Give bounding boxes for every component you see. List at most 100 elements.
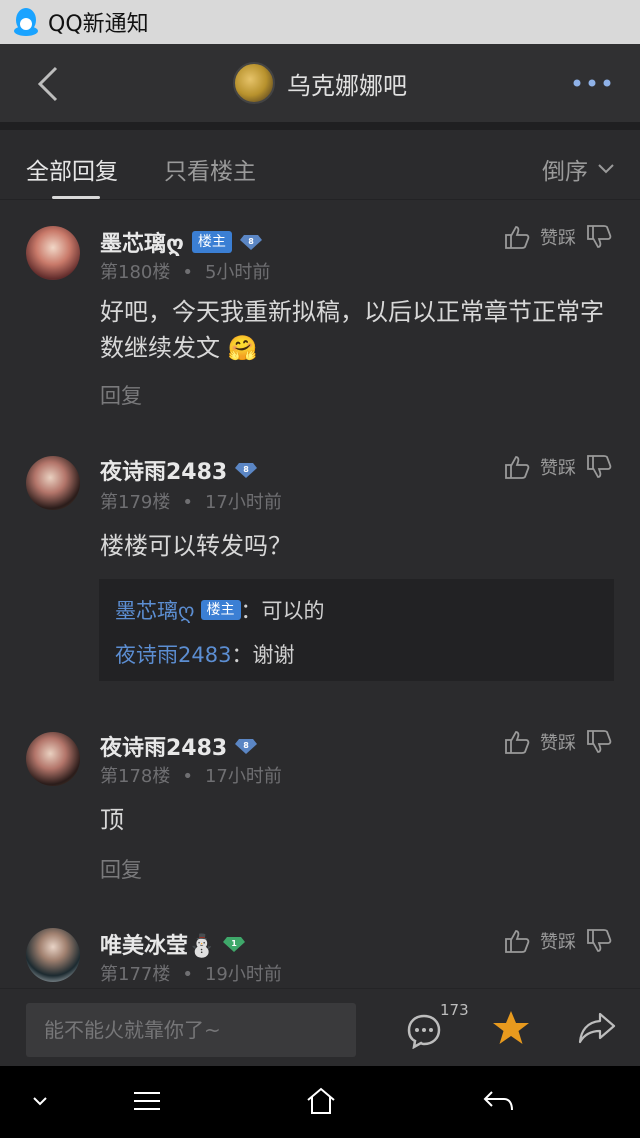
meta-separator: • (182, 964, 193, 985)
post-username-row: 唯美冰莹⛄ 1 (100, 928, 246, 960)
like-dislike-group: 赞踩 (504, 928, 612, 954)
svg-text:8: 8 (248, 237, 254, 246)
thumbs-up-icon[interactable] (504, 224, 530, 250)
like-dislike-group: 赞踩 (504, 224, 612, 250)
qq-penguin-icon (14, 8, 38, 36)
level-badge-icon: 1 (223, 937, 246, 952)
sub-reply: 墨芯璃ღ 楼主 ： 可以的 (115, 595, 598, 625)
like-label: 赞踩 (540, 458, 576, 479)
thumbs-down-icon[interactable] (586, 454, 612, 480)
like-dislike-group: 赞踩 (504, 729, 612, 755)
bar-avatar (233, 62, 275, 104)
level-badge-icon: 8 (235, 739, 258, 754)
host-badge: 楼主 (200, 600, 241, 620)
reply-composer: 能不能火就靠你了~ 173 (0, 988, 640, 1066)
tab-all-replies[interactable]: 全部回复 (26, 152, 118, 186)
post-time: 5小时前 (204, 262, 271, 283)
more-options-icon[interactable] (572, 78, 612, 88)
reply-tabs: 全部回复 只看楼主 倒序 (0, 130, 640, 200)
post-content: 顶 (100, 806, 124, 834)
reply-input[interactable]: 能不能火就靠你了~ (26, 1003, 356, 1057)
post-meta: 第177楼 • 19小时前 (100, 960, 282, 986)
sort-toggle[interactable]: 倒序 (542, 152, 614, 186)
post-username[interactable]: 夜诗雨2483 (100, 730, 227, 762)
post-username[interactable]: 唯美冰莹⛄ (100, 928, 215, 960)
system-navigation-bar (0, 1066, 640, 1138)
post-time: 19小时前 (204, 964, 282, 985)
post-username[interactable]: 夜诗雨2483 (100, 454, 227, 486)
chevron-down-icon[interactable] (32, 1096, 48, 1106)
floor-number: 第180楼 (100, 262, 171, 283)
section-divider (0, 122, 640, 130)
svg-text:8: 8 (243, 741, 249, 750)
post-username[interactable]: 墨芯璃ღ (100, 226, 184, 258)
post-content: 楼楼可以转发吗？ (100, 532, 292, 560)
post-item: 夜诗雨2483 8 第179楼 • 17小时前 赞踩 楼楼可以转发吗？ 墨芯璃ღ 楼… (0, 436, 640, 712)
top-nav-bar: 乌克娜娜吧 (0, 44, 640, 122)
sub-reply-username[interactable]: 墨芯璃ღ (115, 595, 195, 625)
like-dislike-group: 赞踩 (504, 454, 612, 480)
bar-title: 乌克娜娜吧 (287, 71, 407, 100)
sub-reply-text: 谢谢 (252, 643, 295, 667)
post-username-row: 墨芯璃ღ 楼主 8 (100, 226, 262, 258)
thumbs-up-icon[interactable] (504, 454, 530, 480)
sub-reply: 夜诗雨2483 ： 谢谢 (115, 639, 598, 669)
menu-icon[interactable] (132, 1090, 162, 1112)
active-tab-indicator (52, 196, 100, 199)
thumbs-down-icon[interactable] (586, 928, 612, 954)
thumbs-up-icon[interactable] (504, 928, 530, 954)
reply-button[interactable]: 回复 (100, 380, 142, 410)
floor-number: 第178楼 (100, 766, 171, 787)
svg-text:1: 1 (232, 939, 238, 948)
avatar[interactable] (26, 928, 80, 982)
sub-reply-separator: ： (240, 599, 262, 623)
back-icon[interactable] (482, 1088, 514, 1114)
post-content: 好吧，今天我重新拟稿，以后以正常章节正常字数继续发文 🤗 (100, 298, 604, 362)
thumbs-down-icon[interactable] (586, 729, 612, 755)
like-label: 赞踩 (540, 733, 576, 754)
favorite-star-icon[interactable] (492, 1009, 530, 1047)
meta-separator: • (182, 766, 193, 787)
post-meta: 第178楼 • 17小时前 (100, 762, 282, 788)
chevron-down-icon (598, 164, 614, 174)
like-label: 赞踩 (540, 932, 576, 953)
meta-separator: • (182, 262, 193, 283)
notification-bar[interactable]: QQ新通知 (0, 0, 640, 44)
post-item: 唯美冰莹⛄ 1 第177楼 • 19小时前 赞踩 (0, 912, 640, 988)
level-badge-icon: 8 (239, 235, 262, 250)
avatar[interactable] (26, 456, 80, 510)
host-badge: 楼主 (191, 231, 232, 253)
thumbs-up-icon[interactable] (504, 729, 530, 755)
sub-reply-text: 可以的 (261, 599, 325, 623)
post-time: 17小时前 (204, 492, 282, 513)
level-badge-icon: 8 (235, 463, 258, 478)
sub-reply-separator: ： (231, 643, 253, 667)
back-arrow-icon[interactable] (30, 64, 66, 104)
avatar[interactable] (26, 732, 80, 786)
post-time: 17小时前 (204, 766, 282, 787)
post-username-row: 夜诗雨2483 8 (100, 730, 258, 762)
reply-button[interactable]: 回复 (100, 854, 142, 884)
post-item: 夜诗雨2483 8 第178楼 • 17小时前 赞踩 顶 回复 (0, 712, 640, 912)
post-item: 墨芯璃ღ 楼主 8 第180楼 • 5小时前 赞踩 好吧，今天我重新拟稿，以后以正常… (0, 200, 640, 436)
post-meta: 第179楼 • 17小时前 (100, 488, 282, 514)
notification-title: QQ新通知 (48, 12, 149, 37)
svg-text:8: 8 (243, 465, 249, 474)
post-meta: 第180楼 • 5小时前 (100, 258, 270, 284)
comment-count: 173 (440, 1001, 469, 1019)
home-icon[interactable] (305, 1086, 337, 1116)
bar-title-group[interactable]: 乌克娜娜吧 (233, 62, 407, 104)
post-username-row: 夜诗雨2483 8 (100, 454, 258, 486)
avatar[interactable] (26, 226, 80, 280)
meta-separator: • (182, 492, 193, 513)
share-icon[interactable] (578, 1011, 616, 1045)
sub-reply-username[interactable]: 夜诗雨2483 (115, 639, 231, 669)
tab-host-only[interactable]: 只看楼主 (164, 152, 256, 186)
thumbs-down-icon[interactable] (586, 224, 612, 250)
like-label: 赞踩 (540, 228, 576, 249)
floor-number: 第177楼 (100, 964, 171, 985)
floor-number: 第179楼 (100, 492, 171, 513)
sort-label: 倒序 (542, 159, 588, 185)
sub-replies[interactable]: 墨芯璃ღ 楼主 ： 可以的 夜诗雨2483 ： 谢谢 (99, 579, 614, 681)
comment-bubble-icon[interactable] (406, 1013, 442, 1049)
